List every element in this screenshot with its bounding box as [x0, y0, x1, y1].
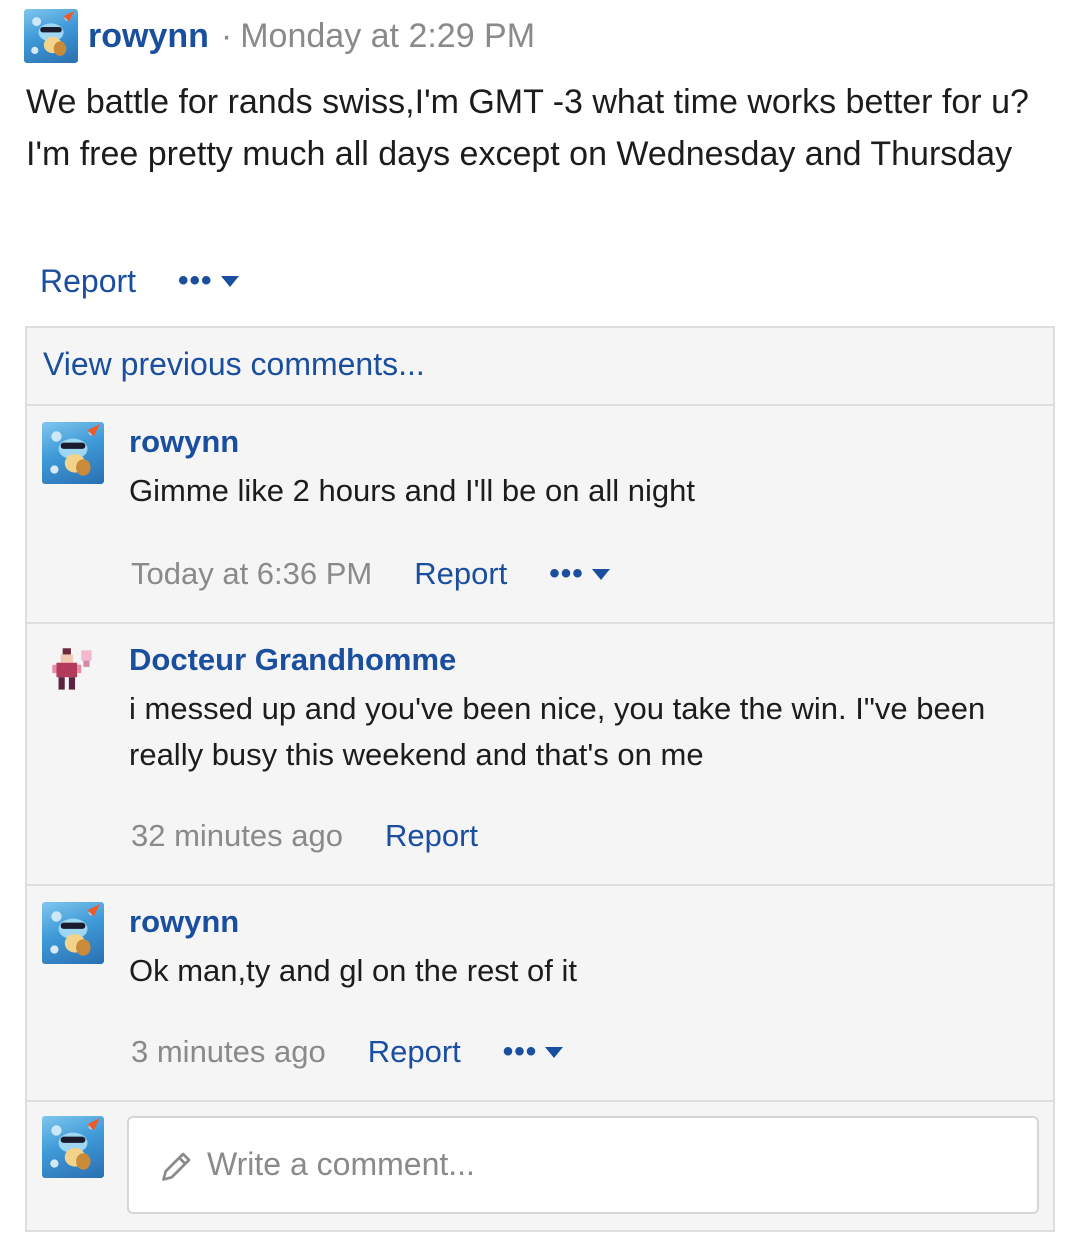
post-more-menu[interactable]: ••• [178, 264, 239, 297]
meta-separator: · [220, 16, 233, 55]
caret-down-icon [220, 275, 239, 287]
comment-timestamp[interactable]: Today at 6:36 PM [131, 556, 372, 592]
comment-more-menu[interactable]: ••• [502, 1035, 564, 1068]
pencil-icon [162, 1152, 191, 1181]
caret-down-icon [591, 568, 610, 580]
comment-report-link[interactable]: Report [414, 556, 507, 592]
view-previous-comments: View previous comments... [27, 328, 1053, 406]
pixel-character-avatar-icon [52, 648, 92, 690]
comment-avatar[interactable] [42, 902, 104, 964]
comment-item: rowynn Ok man,ty and gl on the rest of i… [27, 886, 1053, 1102]
comment-text: Ok man,ty and gl on the rest of it [129, 953, 578, 988]
squirtle-avatar-icon [50, 424, 100, 476]
comments-panel: View previous comments... rowynn Gimme l… [25, 326, 1055, 1232]
squirtle-avatar-icon [50, 1118, 100, 1170]
caret-down-icon [545, 1046, 564, 1058]
comment-item: rowynn Gimme like 2 hours and I'll be on… [27, 406, 1053, 624]
post-actions: Report ••• [40, 258, 239, 304]
write-comment-input[interactable]: Write a comment... [127, 1116, 1039, 1214]
comment-report-link[interactable]: Report [368, 1034, 461, 1070]
comment-item: Docteur Grandhomme i messed up and you'v… [27, 624, 1053, 886]
comment-author-link[interactable]: rowynn [129, 424, 239, 460]
post-body: We battle for rands swiss,I'm GMT -3 wha… [26, 83, 1029, 173]
comment-composer: Write a comment... [27, 1100, 1053, 1230]
post-author-link[interactable]: rowynn [88, 17, 209, 56]
squirtle-avatar-icon [50, 904, 100, 956]
post-report-link[interactable]: Report [40, 263, 136, 300]
view-previous-comments-link[interactable]: View previous comments... [43, 346, 425, 383]
comment-timestamp[interactable]: 3 minutes ago [131, 1034, 326, 1070]
comment-meta: Today at 6:36 PM Report ••• [131, 552, 610, 596]
more-dots-icon: ••• [549, 557, 584, 590]
comment-more-menu[interactable]: ••• [549, 557, 610, 590]
comment-text: Gimme like 2 hours and I'll be on all ni… [129, 473, 695, 508]
comment-avatar[interactable] [42, 640, 104, 702]
post-timestamp[interactable]: Monday at 2:29 PM [240, 17, 535, 56]
more-dots-icon: ••• [178, 264, 213, 297]
current-user-avatar [42, 1116, 104, 1178]
squirtle-avatar-icon [31, 10, 75, 56]
comment-report-link[interactable]: Report [385, 818, 478, 854]
post-header: rowynn · Monday at 2:29 PM [24, 8, 535, 64]
comment-placeholder: Write a comment... [207, 1146, 475, 1182]
comment-author-link[interactable]: rowynn [129, 904, 239, 940]
more-dots-icon: ••• [502, 1035, 538, 1068]
comment-author-link[interactable]: Docteur Grandhomme [129, 642, 456, 678]
comment-meta: 3 minutes ago Report ••• [131, 1030, 564, 1074]
comment-meta: 32 minutes ago Report [131, 814, 478, 858]
comment-avatar[interactable] [42, 422, 104, 484]
comment-timestamp[interactable]: 32 minutes ago [131, 818, 343, 854]
comment-text: i messed up and you've been nice, you ta… [129, 691, 986, 772]
author-avatar[interactable] [24, 9, 78, 63]
